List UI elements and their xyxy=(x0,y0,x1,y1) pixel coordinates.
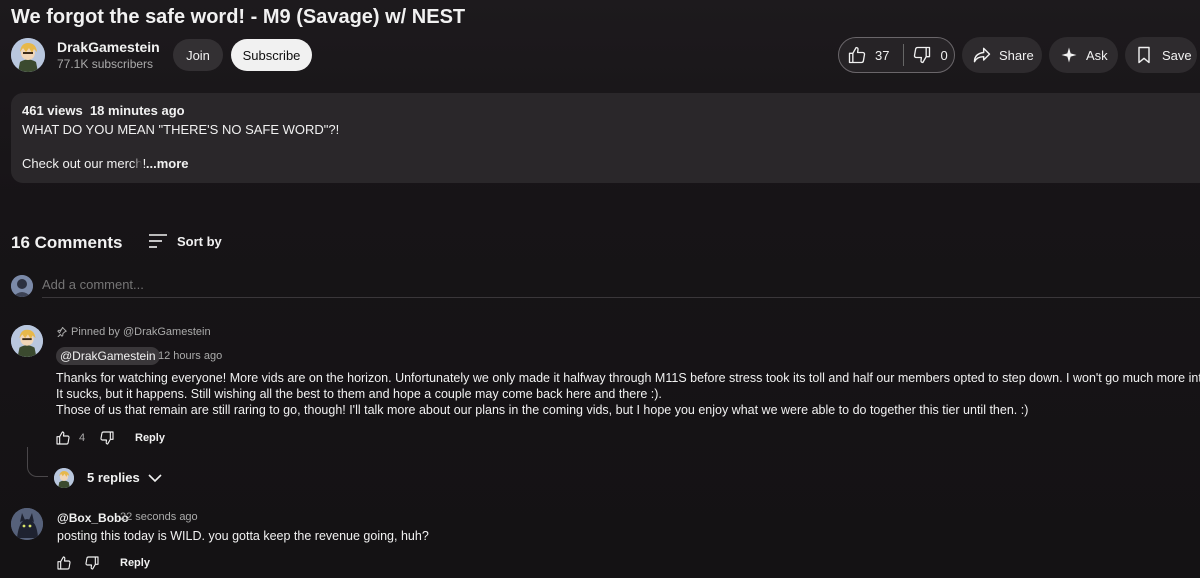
reply-author-avatar xyxy=(54,468,74,488)
save-button[interactable]: Save xyxy=(1125,37,1197,73)
reply-button[interactable]: Reply xyxy=(120,557,150,569)
subscriber-count: 77.1K subscribers xyxy=(57,57,154,71)
thread-connector xyxy=(27,447,48,477)
add-comment-input[interactable] xyxy=(42,277,1200,292)
dislike-button[interactable]: 0 xyxy=(912,38,948,72)
description-box[interactable]: 461 views 18 minutes ago WHAT DO YOU MEA… xyxy=(11,93,1200,183)
comment-input-underline xyxy=(42,297,1200,298)
description-line: WHAT DO YOU MEAN "THERE'S NO SAFE WORD"?… xyxy=(22,122,340,137)
thumbs-down-icon xyxy=(912,45,932,65)
share-button[interactable]: Share xyxy=(962,37,1042,73)
chevron-down-icon xyxy=(148,473,162,483)
sort-icon xyxy=(148,233,168,249)
pinned-label: Pinned by @DrakGamestein xyxy=(71,326,211,338)
share-icon xyxy=(972,45,992,65)
channel-avatar[interactable] xyxy=(11,38,45,72)
comment-avatar[interactable] xyxy=(11,325,43,357)
more-link[interactable]: ...more xyxy=(146,156,189,171)
channel-name[interactable]: DrakGamestein xyxy=(57,39,160,55)
thumbs-up-icon xyxy=(847,45,867,65)
replies-label: 5 replies xyxy=(87,470,140,485)
bookmark-icon xyxy=(1134,45,1154,65)
comment-like-count: 4 xyxy=(79,432,86,444)
comment-text-line: Those of us that remain are still raring… xyxy=(56,403,1029,417)
comment-text-line: It sucks, but it happens. Still wishing … xyxy=(56,387,662,401)
comment-dislike-button[interactable] xyxy=(99,430,115,446)
comment-timestamp[interactable]: 12 hours ago xyxy=(158,350,222,362)
comment-toolbar: 4 Reply xyxy=(55,430,165,446)
comment-avatar[interactable] xyxy=(11,508,43,540)
sparkle-icon xyxy=(1060,46,1078,64)
ask-label: Ask xyxy=(1086,47,1108,63)
ask-button[interactable]: Ask xyxy=(1049,37,1118,73)
pinned-indicator: Pinned by @DrakGamestein xyxy=(57,326,211,338)
description-line: Check out our merch! ...more xyxy=(22,156,189,172)
like-button[interactable]: 37 xyxy=(839,38,889,72)
view-replies-button[interactable]: 5 replies xyxy=(87,470,162,485)
join-button[interactable]: Join xyxy=(173,39,223,71)
comment-author[interactable]: @Box_Bobo xyxy=(57,511,129,525)
comment-like-button[interactable] xyxy=(55,430,71,446)
comment-toolbar: Reply xyxy=(56,555,150,571)
comment-dislike-button[interactable] xyxy=(84,555,100,571)
comment-text-line: posting this today is WILD. you gotta ke… xyxy=(57,529,429,543)
dislike-count: 0 xyxy=(940,47,948,63)
like-divider xyxy=(903,44,905,66)
comment-author[interactable]: @DrakGamestein xyxy=(56,347,160,365)
video-title: We forgot the safe word! - M9 (Savage) w… xyxy=(11,6,466,28)
like-count: 37 xyxy=(875,47,890,63)
save-label: Save xyxy=(1162,47,1192,63)
comments-count: 16 Comments xyxy=(11,233,123,252)
sort-by-button[interactable]: Sort by xyxy=(148,233,222,249)
reply-button[interactable]: Reply xyxy=(135,432,165,444)
user-avatar xyxy=(11,275,33,297)
comment-text-line: Thanks for watching everyone! More vids … xyxy=(56,371,1200,385)
subscribe-button[interactable]: Subscribe xyxy=(231,39,312,71)
sort-label: Sort by xyxy=(177,233,222,249)
pin-icon xyxy=(57,327,67,337)
view-count-date: 461 views 18 minutes ago xyxy=(22,103,185,118)
comment-like-button[interactable] xyxy=(56,555,72,571)
like-dislike-group: 37 0 xyxy=(838,37,955,73)
share-label: Share xyxy=(999,47,1034,63)
comment-timestamp[interactable]: 22 seconds ago xyxy=(120,511,198,523)
description-text: Check out our merch! xyxy=(22,156,147,171)
